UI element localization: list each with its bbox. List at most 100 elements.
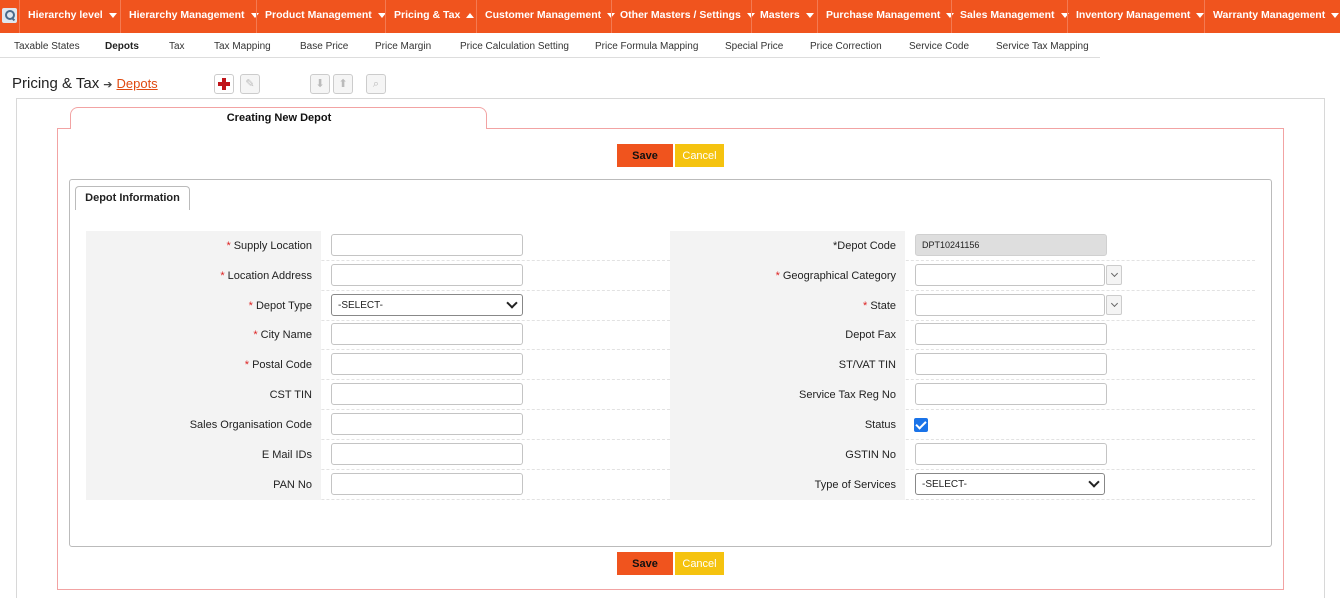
depot-type-select[interactable]: -SELECT- — [331, 294, 523, 316]
nav-sales-management[interactable]: Sales Management — [951, 0, 1069, 33]
state-dropdown[interactable] — [1106, 295, 1122, 315]
subnav-special-price[interactable]: Special Price — [725, 41, 783, 52]
download-button[interactable]: ⬇ — [310, 74, 330, 94]
search-button[interactable] — [0, 0, 19, 33]
email-ids-input[interactable] — [331, 443, 523, 465]
form-row: * Supply Location — [86, 231, 670, 261]
nav-warranty-management[interactable]: Warranty Management — [1204, 0, 1340, 33]
form-row: E Mail IDs — [86, 440, 670, 470]
pan-no-label: PAN No — [86, 470, 321, 500]
subnav-price-calculation-setting[interactable]: Price Calculation Setting — [460, 41, 569, 52]
save-button-bottom[interactable]: Save — [617, 552, 673, 575]
state-input[interactable] — [915, 294, 1105, 316]
cancel-button-bottom[interactable]: Cancel — [675, 552, 724, 575]
subnav-base-price[interactable]: Base Price — [300, 41, 348, 52]
form-row: *Depot Code DPT10241156 — [670, 231, 1255, 261]
form-row: * Depot Type -SELECT- — [86, 291, 670, 321]
nav-purchase-management[interactable]: Purchase Management — [817, 0, 955, 33]
nav-hierarchy-management[interactable]: Hierarchy Management — [120, 0, 259, 33]
tab-depot-information[interactable]: Depot Information — [75, 186, 190, 210]
arrow-right-icon: ➔ — [103, 79, 113, 91]
nav-inventory-management[interactable]: Inventory Management — [1067, 0, 1205, 33]
geographical-category-label: * Geographical Category — [670, 261, 905, 291]
chevron-down-icon — [1110, 299, 1118, 308]
geographical-category-dropdown[interactable] — [1106, 265, 1122, 285]
cancel-button-top[interactable]: Cancel — [675, 144, 724, 167]
pan-no-input[interactable] — [331, 473, 523, 495]
nav-customer-management[interactable]: Customer Management — [476, 0, 616, 33]
nav-product-management[interactable]: Product Management — [256, 0, 386, 33]
status-label: Status — [670, 410, 905, 440]
download-icon: ⬇ — [315, 77, 325, 90]
cst-tin-input[interactable] — [331, 383, 523, 405]
pencil-icon: ✎ — [245, 77, 255, 90]
plus-icon — [218, 78, 230, 90]
subnav-price-margin[interactable]: Price Margin — [375, 41, 431, 52]
form-row: * State — [670, 291, 1255, 321]
save-button-top[interactable]: Save — [617, 144, 673, 167]
edit-button[interactable]: ✎ — [240, 74, 260, 94]
st-vat-tin-input[interactable] — [915, 353, 1107, 375]
location-address-input[interactable] — [331, 264, 523, 286]
gstin-no-label: GSTIN No — [670, 440, 905, 470]
nav-masters[interactable]: Masters — [751, 0, 817, 33]
depot-fax-input[interactable] — [915, 323, 1107, 345]
chevron-down-icon — [805, 12, 814, 18]
chevron-down-icon — [1110, 269, 1118, 278]
depot-code-label: *Depot Code — [670, 231, 905, 261]
chevron-up-icon — [466, 12, 475, 18]
supply-location-label: * Supply Location — [86, 231, 321, 261]
st-vat-tin-label: ST/VAT TIN — [670, 350, 905, 380]
depot-type-label: * Depot Type — [86, 291, 321, 321]
chevron-down-icon — [506, 297, 518, 309]
upload-button[interactable]: ⬆ — [333, 74, 353, 94]
nav-other-masters-settings[interactable]: Other Masters / Settings — [611, 0, 755, 33]
search-icon — [2, 8, 17, 23]
location-address-label: * Location Address — [86, 261, 321, 291]
sales-organisation-code-label: Sales Organisation Code — [86, 410, 321, 440]
subnav-price-formula-mapping[interactable]: Price Formula Mapping — [595, 41, 698, 52]
breadcrumb-section: Pricing & Tax — [12, 75, 100, 92]
postal-code-input[interactable] — [331, 353, 523, 375]
nav-hierarchy-level[interactable]: Hierarchy level — [19, 0, 120, 33]
tab-creating-new-depot[interactable]: Creating New Depot — [70, 107, 487, 129]
add-button[interactable] — [214, 74, 234, 94]
nav-pricing-tax[interactable]: Pricing & Tax — [385, 0, 476, 33]
form-row: GSTIN No — [670, 440, 1255, 470]
geographical-category-input[interactable] — [915, 264, 1105, 286]
subnav-tax[interactable]: Tax — [169, 41, 185, 52]
service-tax-reg-no-input[interactable] — [915, 383, 1107, 405]
cst-tin-label: CST TIN — [86, 380, 321, 410]
magnifier-icon: ⌕ — [372, 77, 380, 90]
top-nav: Hierarchy level Hierarchy Management Pro… — [0, 0, 1340, 33]
form-row: * City Name — [86, 320, 670, 350]
preview-button[interactable]: ⌕ — [366, 74, 386, 94]
subnav-service-tax-mapping[interactable]: Service Tax Mapping — [996, 41, 1089, 52]
subnav-tax-mapping[interactable]: Tax Mapping — [214, 41, 271, 52]
subnav-price-correction[interactable]: Price Correction — [810, 41, 882, 52]
form-row: Service Tax Reg No — [670, 380, 1255, 410]
form-row: * Location Address — [86, 261, 670, 291]
city-name-label: * City Name — [86, 320, 321, 350]
status-checkbox[interactable] — [914, 418, 928, 432]
sub-nav: Taxable States Depots Tax Tax Mapping Ba… — [0, 33, 1100, 58]
type-of-services-select[interactable]: -SELECT- — [915, 473, 1105, 495]
chevron-down-icon — [1088, 476, 1100, 488]
breadcrumb-link-depots[interactable]: Depots — [116, 76, 157, 91]
gstin-no-input[interactable] — [915, 443, 1107, 465]
type-of-services-label: Type of Services — [670, 470, 905, 500]
state-label: * State — [670, 291, 905, 321]
form-row: ST/VAT TIN — [670, 350, 1255, 380]
city-name-input[interactable] — [331, 323, 523, 345]
sales-organisation-code-input[interactable] — [331, 413, 523, 435]
upload-icon: ⬆ — [338, 77, 348, 90]
supply-location-input[interactable] — [331, 234, 523, 256]
depot-code-input: DPT10241156 — [915, 234, 1107, 256]
form-row: * Postal Code — [86, 350, 670, 380]
subnav-depots[interactable]: Depots — [105, 41, 139, 52]
subnav-service-code[interactable]: Service Code — [909, 41, 969, 52]
chevron-down-icon — [1331, 12, 1340, 18]
chevron-down-icon — [108, 12, 117, 18]
subnav-taxable-states[interactable]: Taxable States — [14, 41, 80, 52]
form-row: * Geographical Category — [670, 261, 1255, 291]
